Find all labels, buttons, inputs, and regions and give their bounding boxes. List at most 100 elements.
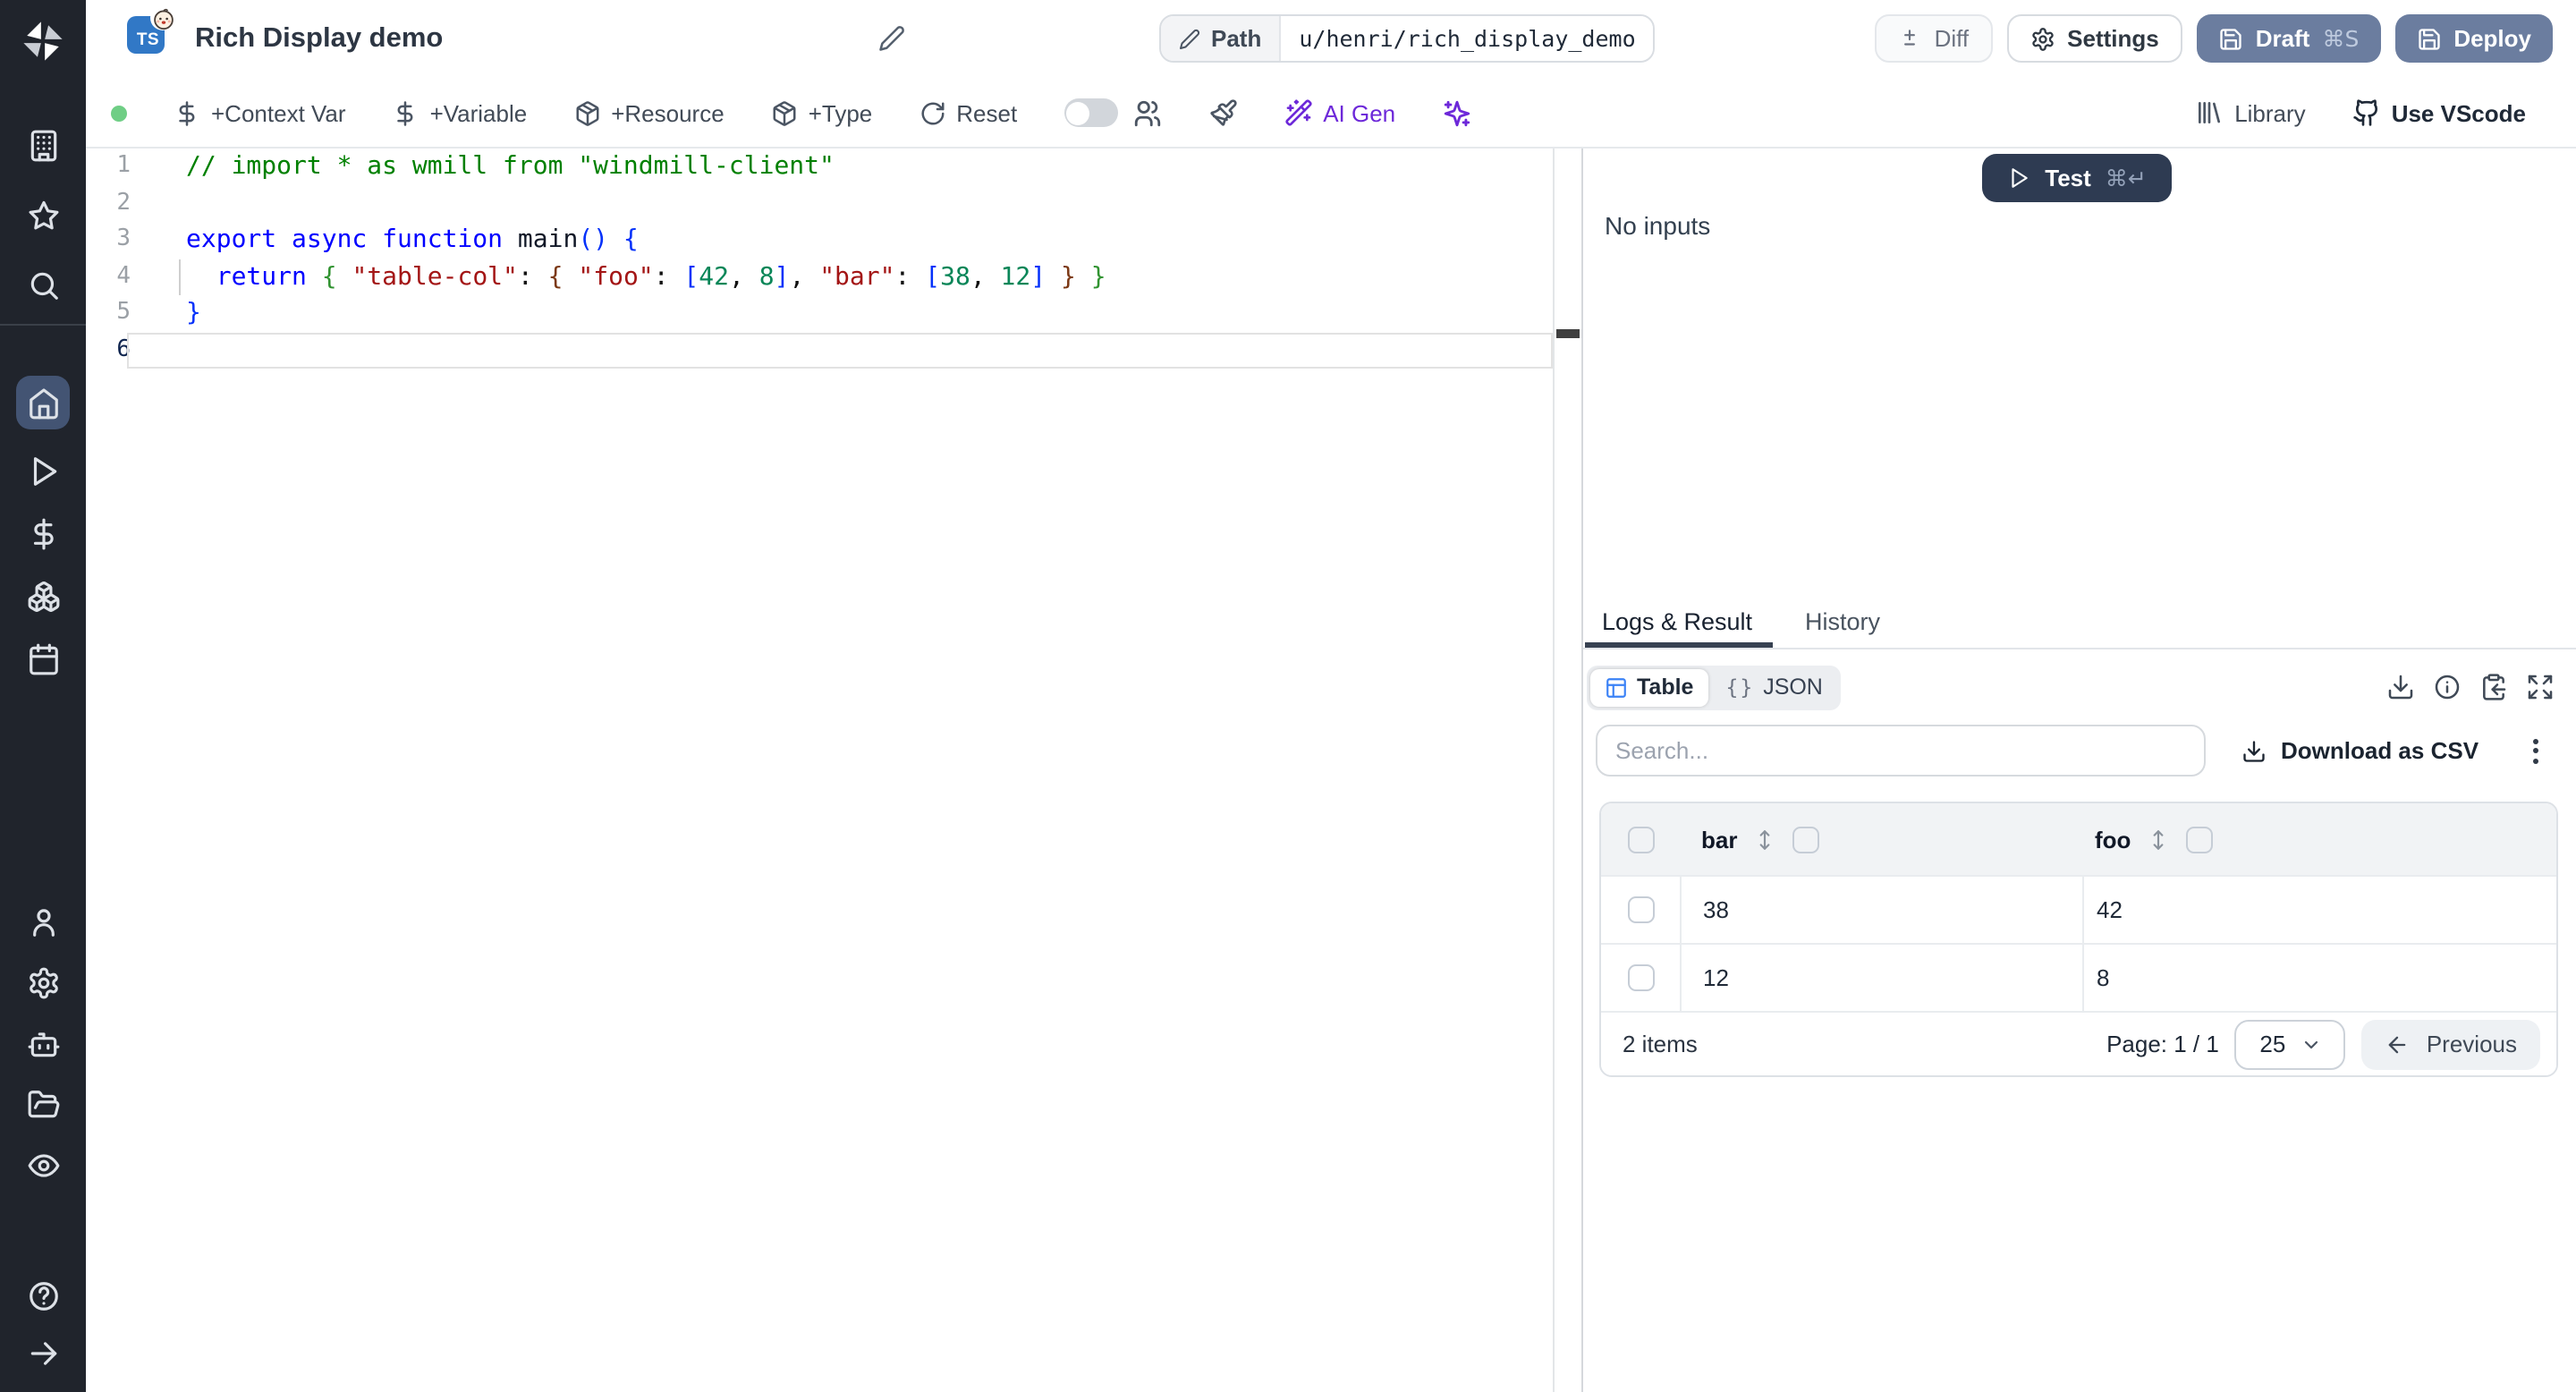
column-header-foo: foo xyxy=(2095,826,2131,853)
sidebar-item-bot[interactable] xyxy=(21,1022,64,1065)
sort-bar-button[interactable] xyxy=(1753,828,1776,851)
reset-button[interactable]: Reset xyxy=(919,99,1017,126)
sidebar-item-play[interactable] xyxy=(21,449,64,492)
row-checkbox[interactable] xyxy=(1627,964,1654,991)
code-line-2[interactable]: 2 xyxy=(86,185,1553,222)
toolbar-right: Library Use VScode xyxy=(2195,98,2526,127)
column-checkbox-bar[interactable] xyxy=(1792,826,1820,853)
sort-foo-button[interactable] xyxy=(2147,828,2170,851)
line-number: 4 xyxy=(116,262,131,289)
previous-page-button[interactable]: Previous xyxy=(2361,1019,2540,1069)
sidebar xyxy=(0,0,86,1392)
script-language-badge: TS xyxy=(127,5,175,54)
code-text: return { "table-col": { "foo": [42, 8], … xyxy=(186,262,1106,291)
sidebar-item-calendar[interactable] xyxy=(21,637,64,680)
select-all-checkbox[interactable] xyxy=(1627,826,1654,853)
package-icon xyxy=(575,100,598,125)
view-segmented-control: Table {} JSON xyxy=(1587,665,1841,709)
add-variable-button[interactable]: +Variable xyxy=(393,99,527,126)
sidebar-item-dollar-sign[interactable] xyxy=(21,512,64,555)
page-title: Rich Display demo xyxy=(195,23,444,54)
view-table-button[interactable]: Table xyxy=(1590,668,1708,706)
test-button[interactable]: Test ⌘↵ xyxy=(1982,154,2172,202)
status-dot xyxy=(111,105,127,121)
eye-icon xyxy=(27,1153,59,1176)
tab-history[interactable]: History xyxy=(1771,596,1914,647)
clipboard-copy-button[interactable] xyxy=(2479,673,2508,701)
sidebar-item-home[interactable] xyxy=(16,376,70,429)
active-tab-underline xyxy=(1584,642,1772,647)
windmill-logo-icon[interactable] xyxy=(0,14,86,68)
add-type-button[interactable]: +Type xyxy=(771,99,872,126)
path-field[interactable]: Path u/henri/rich_display_demo xyxy=(1159,14,1656,63)
sidebar-item-star[interactable] xyxy=(21,193,64,236)
info-button[interactable] xyxy=(2433,673,2462,701)
items-count: 2 items xyxy=(1623,1031,1698,1057)
cell-bar: 38 xyxy=(1703,896,1729,923)
table-row-2[interactable]: 12 8 xyxy=(1601,943,2556,1011)
column-checkbox-foo[interactable] xyxy=(2186,826,2214,853)
more-options-button[interactable] xyxy=(2526,731,2546,770)
code-line-5[interactable]: 5} xyxy=(86,295,1553,332)
editor-overview-ruler[interactable] xyxy=(1553,149,1581,1392)
sidebar-item-boxes[interactable] xyxy=(21,574,64,617)
code-line-4[interactable]: 4 return { "table-col": { "foo": [42, 8]… xyxy=(86,259,1553,295)
code-line-6[interactable]: 6 xyxy=(86,332,1553,369)
expand-button[interactable] xyxy=(2526,673,2555,701)
diff-button[interactable]: Diff xyxy=(1875,14,1993,63)
edit-title-pencil-icon[interactable] xyxy=(878,25,905,52)
calendar-icon xyxy=(29,642,57,675)
table-row-1[interactable]: 38 42 xyxy=(1601,875,2556,943)
cursor-position-marker xyxy=(1556,329,1580,337)
page-size-select[interactable]: 25 xyxy=(2234,1019,2346,1069)
use-vscode-button[interactable]: Use VScode xyxy=(2352,98,2526,127)
toggle-knob xyxy=(1066,101,1090,124)
code-editor[interactable]: 1 // import * as wmill from "windmill-cli… xyxy=(86,149,1553,1392)
draft-button[interactable]: Draft ⌘S xyxy=(2196,14,2381,63)
add-resource-button[interactable]: +Resource xyxy=(573,99,724,126)
tab-logs-result[interactable]: Logs & Result xyxy=(1583,596,1771,647)
format-code-button[interactable] xyxy=(1208,98,1237,127)
code-line-3[interactable]: 3 export async function main() { xyxy=(86,222,1553,259)
search-input[interactable] xyxy=(1596,725,2206,777)
view-json-button[interactable]: {} JSON xyxy=(1711,668,1836,706)
sidebar-item-building[interactable] xyxy=(21,123,64,166)
info-icon xyxy=(2435,675,2460,700)
sidebar-item-eye[interactable] xyxy=(21,1143,64,1186)
sidebar-item-folder-open[interactable] xyxy=(21,1082,64,1125)
sidebar-item-search[interactable] xyxy=(21,263,64,306)
deploy-button[interactable]: Deploy xyxy=(2394,14,2553,63)
code-text: // import * as wmill from "windmill-clie… xyxy=(186,152,835,181)
sidebar-item-help-circle[interactable] xyxy=(21,1274,64,1317)
path-value: u/henri/rich_display_demo xyxy=(1281,16,1654,61)
library-button[interactable]: Library xyxy=(2195,98,2306,127)
sidebar-item-user[interactable] xyxy=(21,900,64,943)
editor-toolbar: +Context Var +Variable +Resource +Type R… xyxy=(86,79,2576,149)
dollar-sign-icon xyxy=(32,517,53,549)
sidebar-item-settings[interactable] xyxy=(21,961,64,1004)
table-controls: Download as CSV xyxy=(1596,725,2556,777)
pencil-icon xyxy=(1180,28,1200,48)
column-header-bar: bar xyxy=(1701,826,1738,853)
plus-minus-icon xyxy=(1904,30,1916,46)
gear-icon xyxy=(2031,27,2053,50)
ai-gen-button[interactable]: AI Gen xyxy=(1284,98,1395,127)
add-context-var-button[interactable]: +Context Var xyxy=(174,99,346,126)
download-csv-button[interactable]: Download as CSV xyxy=(2241,737,2479,764)
move-vertical-icon xyxy=(2154,829,2164,849)
dollar-icon xyxy=(179,100,195,125)
braces-icon: {} xyxy=(1725,675,1755,700)
code-line-1[interactable]: 1 // import * as wmill from "windmill-cli… xyxy=(86,149,1553,185)
row-checkbox[interactable] xyxy=(1627,896,1654,923)
paintbrush-icon xyxy=(1209,99,1236,126)
bot-icon xyxy=(27,1031,59,1057)
sparkles-button[interactable] xyxy=(1442,98,1472,128)
test-shortcut: ⌘↵ xyxy=(2105,165,2147,191)
settings-button[interactable]: Settings xyxy=(2006,14,2182,63)
sidebar-item-arrow-right[interactable] xyxy=(21,1331,64,1374)
multiplayer-toggle[interactable] xyxy=(1063,98,1118,127)
download-button[interactable] xyxy=(2386,673,2415,701)
sidebar-divider xyxy=(0,324,86,326)
